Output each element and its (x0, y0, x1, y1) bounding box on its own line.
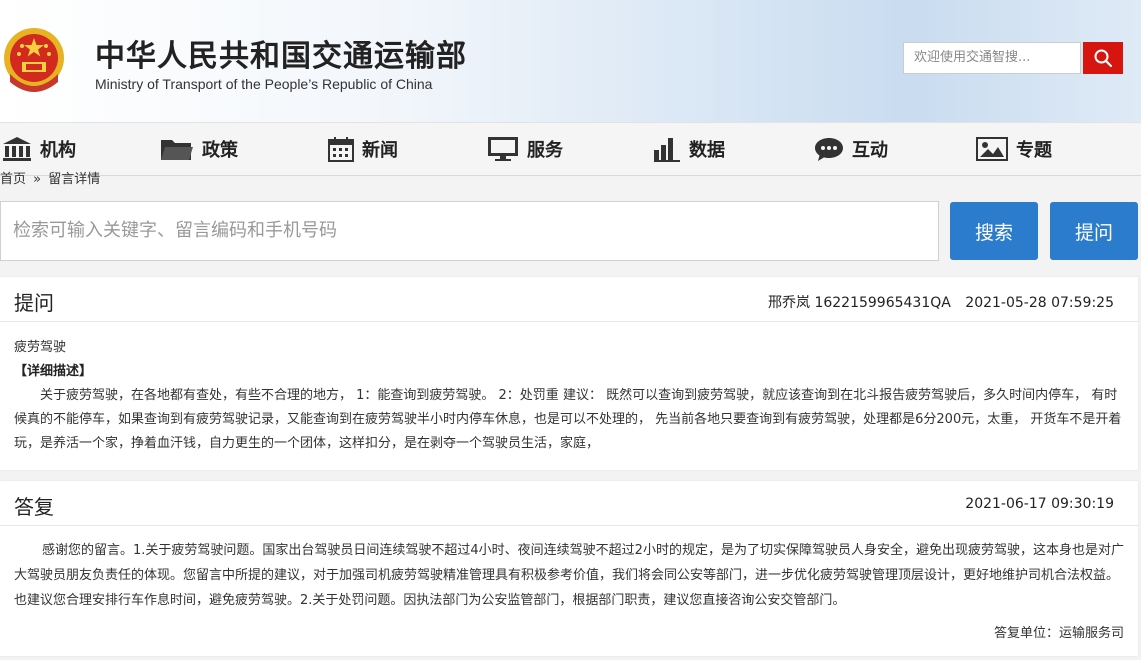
nav-item-hudong[interactable]: 互动 (814, 123, 888, 175)
nav-item-xinwen[interactable]: 新闻 (328, 123, 398, 175)
calendar-icon (328, 137, 354, 162)
answer-heading: 答复 (14, 495, 54, 519)
national-emblem-icon[interactable] (2, 24, 66, 96)
message-search-input[interactable]: 检索可输入关键字、留言编码和手机号码 (0, 201, 939, 261)
nav-item-zhengce[interactable]: 政策 (160, 123, 238, 175)
question-panel: 提问 邢乔岚 1622159965431QA 2021-05-28 07:59:… (0, 277, 1138, 470)
site-subtitle: Ministry of Transport of the People’s Re… (95, 76, 433, 92)
answer-panel: 答复 2021-06-17 09:30:19 感谢您的留言。1.关于疲劳驾驶问题… (0, 481, 1138, 656)
building-icon (3, 137, 31, 161)
monitor-icon (488, 137, 518, 161)
main-nav: 机构 政策 新闻 服务 数据 互动 专题 (0, 122, 1141, 176)
nav-label: 政策 (202, 140, 238, 161)
bar-chart-icon (654, 138, 680, 162)
search-button[interactable]: 搜索 (950, 202, 1038, 260)
site-title[interactable]: 中华人民共和国交通运输部 (95, 31, 467, 75)
question-author: 邢乔岚 (768, 295, 810, 311)
image-icon (976, 137, 1008, 161)
question-heading: 提问 (14, 291, 54, 315)
breadcrumb-separator: » (33, 172, 42, 187)
nav-label: 服务 (527, 140, 563, 161)
site-search-input[interactable]: 欢迎使用交通智搜... (903, 42, 1081, 74)
site-search-button[interactable] (1083, 42, 1123, 74)
answer-body: 感谢您的留言。1.关于疲劳驾驶问题。国家出台驾驶员日间连续驾驶不超过4小时、夜间… (0, 526, 1138, 646)
question-header: 提问 邢乔岚 1622159965431QA 2021-05-28 07:59:… (0, 277, 1138, 322)
nav-label: 专题 (1016, 140, 1052, 161)
breadcrumb-home-link[interactable]: 首页 (0, 172, 26, 187)
search-icon (1094, 49, 1113, 68)
answer-unit-name: 运输服务司 (1058, 626, 1124, 641)
ask-button[interactable]: 提问 (1050, 202, 1138, 260)
nav-label: 数据 (689, 140, 725, 161)
question-topic: 疲劳驾驶 (14, 340, 67, 355)
breadcrumb-current: 留言详情 (48, 172, 101, 187)
question-meta: 邢乔岚 1622159965431QA 2021-05-28 07:59:25 (768, 292, 1114, 312)
answer-unit: 答复单位：运输服务司 (14, 621, 1124, 646)
nav-label: 新闻 (362, 140, 398, 161)
chat-icon (815, 138, 843, 161)
answer-time: 2021-06-17 09:30:19 (965, 496, 1114, 512)
breadcrumb: 首页 » 留言详情 (0, 168, 100, 187)
question-text: 关于疲劳驾驶，在各地都有查处，有些不合理的地方， 1：能查询到疲劳驾驶。 2：处… (14, 388, 1122, 451)
question-time: 2021-05-28 07:59:25 (965, 295, 1114, 311)
question-code: 1622159965431QA (814, 295, 951, 311)
answer-text: 感谢您的留言。1.关于疲劳驾驶问题。国家出台驾驶员日间连续驾驶不超过4小时、夜间… (14, 543, 1124, 608)
nav-item-fuwu[interactable]: 服务 (487, 123, 563, 175)
folder-icon (161, 140, 193, 160)
detail-label: 【详细描述】 (14, 364, 93, 379)
nav-item-zhuanti[interactable]: 专题 (976, 123, 1052, 175)
answer-header: 答复 2021-06-17 09:30:19 (0, 481, 1138, 526)
nav-item-shuju[interactable]: 数据 (653, 123, 725, 175)
nav-label: 互动 (852, 140, 888, 161)
question-body: 疲劳驾驶 【详细描述】 关于疲劳驾驶，在各地都有查处，有些不合理的地方， 1：能… (0, 322, 1138, 456)
answer-unit-label: 答复单位： (993, 626, 1059, 641)
site-header: 中华人民共和国交通运输部 Ministry of Transport of th… (0, 0, 1141, 122)
nav-label: 机构 (40, 140, 76, 161)
